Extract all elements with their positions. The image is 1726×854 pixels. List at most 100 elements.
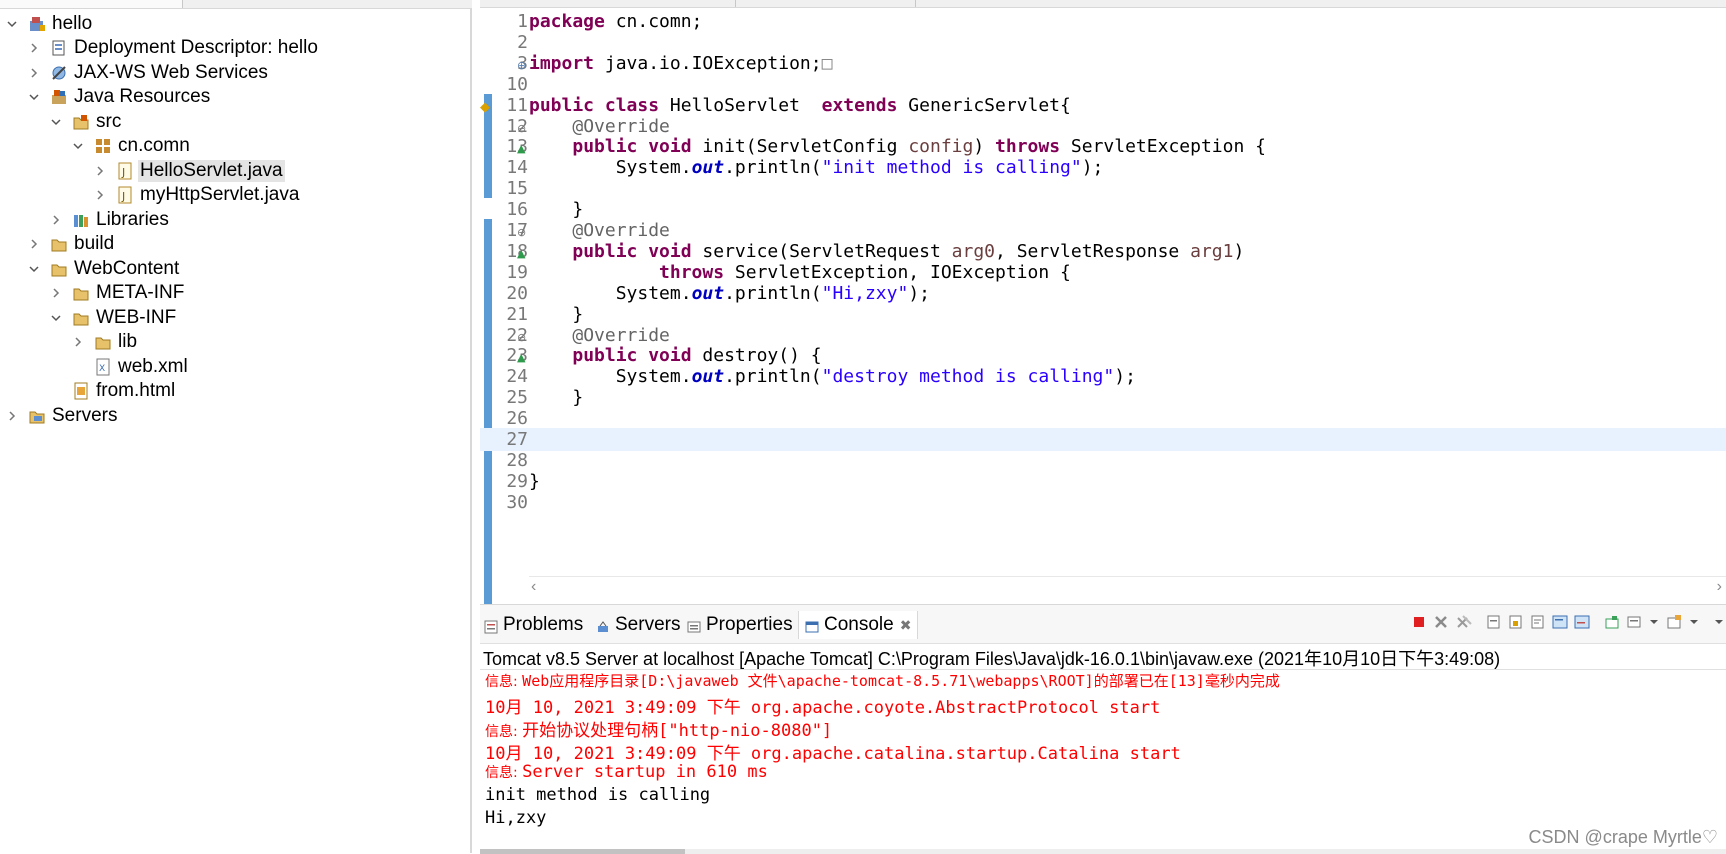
show-stdout-icon[interactable]	[1551, 613, 1569, 631]
chevron-down-icon[interactable]	[48, 114, 64, 130]
chevron-right-icon[interactable]	[26, 40, 42, 56]
open-console-icon[interactable]	[1665, 613, 1683, 631]
code-token: .println(	[724, 157, 822, 179]
code-line[interactable]: 10	[480, 73, 1726, 96]
chevron-right-icon[interactable]	[26, 65, 42, 81]
code-token: java.io.IOException;	[594, 52, 822, 74]
webservices-icon	[50, 64, 68, 82]
code-line[interactable]: 13 ▲ public void init(ServletConfig confi…	[480, 135, 1726, 158]
code-line[interactable]: 29}	[480, 470, 1726, 493]
tree-item[interactable]: Deployment Descriptor: hello	[26, 35, 320, 62]
code-line[interactable]: 20 System.out.println("Hi,zxy");	[480, 282, 1726, 305]
chevron-right-icon[interactable]	[48, 285, 64, 301]
chevron-right-icon[interactable]	[70, 334, 86, 350]
code-line[interactable]: 17 ⊖ @Override	[480, 219, 1726, 242]
code-token: service(ServletRequest	[691, 240, 952, 262]
pin-console-icon[interactable]	[1603, 613, 1621, 631]
tree-item[interactable]: Java Resources	[26, 84, 212, 111]
tree-item[interactable]: from.html	[48, 378, 177, 405]
tree-item[interactable]: src	[48, 108, 123, 135]
tree-item[interactable]: WebContent	[26, 255, 181, 282]
code-line[interactable]: 12 ⊖ @Override	[480, 115, 1726, 138]
tab-servers[interactable]: Servers	[596, 611, 680, 639]
remove-all-icon[interactable]	[1455, 613, 1473, 631]
project-explorer-tab[interactable]	[0, 0, 183, 8]
view-menu-icon[interactable]	[1710, 613, 1726, 631]
parameter-token: config	[908, 136, 974, 158]
code-line[interactable]: 15	[480, 177, 1726, 200]
tree-item[interactable]: Libraries	[48, 206, 171, 233]
horizontal-scrollbar[interactable]: ‹ ›	[529, 576, 1726, 599]
tree-item[interactable]: cn.comn	[70, 133, 192, 160]
chevron-right-icon[interactable]	[48, 212, 64, 228]
chevron-right-icon[interactable]	[4, 408, 20, 424]
tree-item[interactable]: JmyHttpServlet.java	[92, 182, 301, 209]
editor-tab[interactable]	[480, 0, 736, 7]
tree-item[interactable]: JAX-WS Web Services	[26, 59, 270, 86]
tab-properties[interactable]: Properties	[687, 611, 793, 639]
string-token: "init method is calling"	[821, 157, 1082, 179]
chevron-down-icon[interactable]	[48, 310, 64, 326]
chevron-down-icon[interactable]	[4, 16, 20, 32]
code-line[interactable]: 3 ⊕ import java.io.IOException;□	[480, 52, 1726, 75]
tree-item[interactable]: META-INF	[48, 280, 186, 307]
console-horizontal-scrollbar[interactable]	[480, 849, 1726, 854]
tree-item-label: lib	[118, 331, 138, 352]
chevron-right-icon[interactable]	[26, 236, 42, 252]
clear-console-icon[interactable]	[1485, 613, 1503, 631]
tree-item-label: Libraries	[96, 208, 169, 230]
code-line[interactable]: 14 System.out.println("init method is ca…	[480, 156, 1726, 179]
code-token: )	[1233, 240, 1245, 262]
tree-item[interactable]: build	[26, 231, 116, 258]
code-line[interactable]: 22 ⊖ @Override	[480, 324, 1726, 347]
code-token: .println(	[724, 282, 822, 304]
code-line[interactable]: 30	[480, 491, 1726, 514]
tree-item[interactable]: Xweb.xml	[70, 353, 190, 380]
code-line[interactable]: 24 System.out.println("destroy method is…	[480, 365, 1726, 388]
editor-tab[interactable]	[735, 0, 916, 7]
tree-item[interactable]: Servers	[4, 402, 119, 429]
tree-item[interactable]: J HelloServlet.java	[92, 157, 285, 184]
tree-item[interactable]: WEB-INF	[48, 304, 178, 331]
console-text: Server startup in 610 ms	[522, 762, 768, 782]
chevron-right-icon[interactable]	[92, 187, 108, 203]
tree-item-label: WEB-INF	[96, 306, 177, 328]
tree-item-label: Java Resources	[74, 86, 211, 107]
scroll-left-icon[interactable]: ‹	[531, 578, 536, 596]
terminate-icon[interactable]	[1410, 613, 1428, 631]
code-line[interactable]: 18 ▲ public void service(ServletRequest a…	[480, 240, 1726, 263]
code-line[interactable]: 16 }	[480, 198, 1726, 221]
tab-problems[interactable]: Problems	[484, 611, 583, 639]
open-dropdown-icon[interactable]	[1685, 613, 1703, 631]
code-line[interactable]: 28	[480, 449, 1726, 472]
chevron-down-icon[interactable]	[26, 89, 42, 105]
chevron-right-icon[interactable]	[92, 163, 108, 179]
tab-console[interactable]: Console ✖	[798, 611, 919, 639]
code-line[interactable]: 19 throws ServletException, IOException …	[480, 261, 1726, 284]
current-line[interactable]: 27	[480, 428, 1726, 451]
code-line[interactable]: 25 }	[480, 386, 1726, 409]
show-stderr-icon[interactable]	[1573, 613, 1591, 631]
tree-item[interactable]: hello	[4, 10, 94, 37]
chevron-down-icon[interactable]	[26, 261, 42, 277]
code-line[interactable]: 1 package cn.comn;	[480, 10, 1726, 33]
close-tab-icon[interactable]: ✖	[900, 617, 912, 634]
code-line[interactable]: 2	[480, 31, 1726, 54]
tree-item[interactable]: lib	[70, 329, 139, 356]
code-text: public void destroy() {	[529, 344, 821, 367]
code-line[interactable]: 11 ◆ public class HelloServlet extends Gen…	[480, 94, 1726, 117]
display-dropdown-icon[interactable]	[1645, 613, 1663, 631]
line-number: 19	[506, 261, 528, 283]
remove-launch-icon[interactable]	[1432, 613, 1450, 631]
display-console-icon[interactable]	[1625, 613, 1643, 631]
scroll-right-icon[interactable]: ›	[1717, 578, 1722, 596]
code-line[interactable]: 26	[480, 407, 1726, 430]
chevron-down-icon[interactable]	[70, 138, 86, 154]
java-editor[interactable]: 1 package cn.comn; 2 3 ⊕ import java.io.IOExc…	[480, 0, 1726, 617]
scrollbar-thumb[interactable]	[480, 849, 685, 854]
code-line[interactable]: 23 ▲ public void destroy() {	[480, 344, 1726, 367]
code-line[interactable]: 21 }	[480, 303, 1726, 326]
word-wrap-icon[interactable]	[1529, 613, 1547, 631]
scroll-lock-icon[interactable]	[1507, 613, 1525, 631]
